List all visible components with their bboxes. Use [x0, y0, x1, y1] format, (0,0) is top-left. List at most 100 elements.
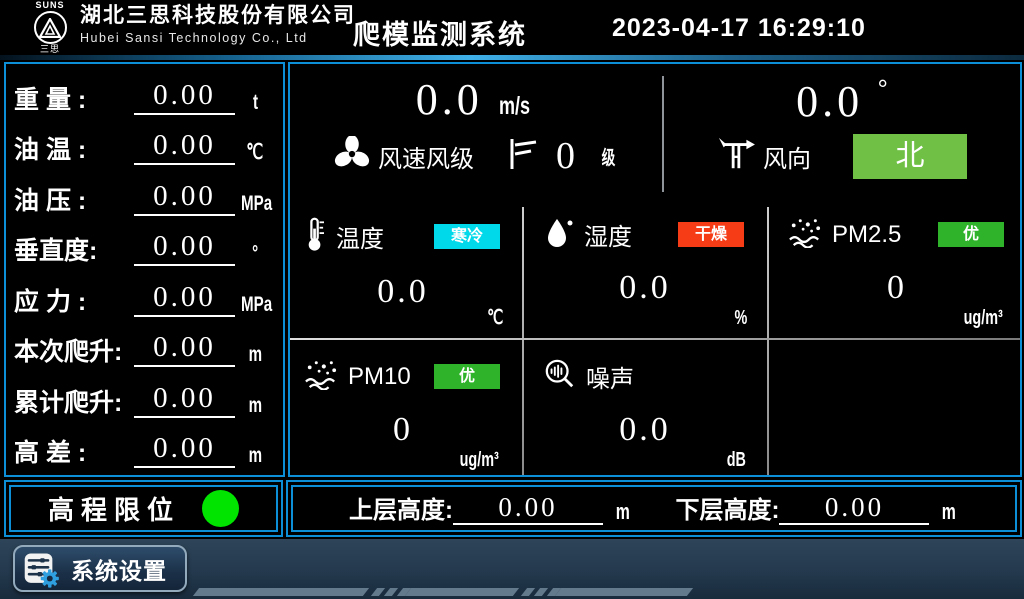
wind-speed-unit: m/s — [493, 92, 536, 120]
sensor-name: 温度 — [336, 219, 384, 254]
metric-row-weight: 重 量 : 0.00 t — [14, 69, 275, 115]
lower-height-label: 下层高度: — [675, 497, 779, 525]
header-divider — [0, 55, 1024, 60]
metric-row-current-climb: 本次爬升: 0.00 m — [14, 321, 275, 367]
sensor-value: 0.0 — [530, 269, 760, 307]
sensor-cell-pm25: PM2.5 优 0 ug/m³ — [774, 202, 1020, 332]
metric-label: 本次爬升: — [14, 337, 134, 367]
metric-unit: MPa — [235, 293, 275, 317]
system-settings-button[interactable]: 系统设置 — [13, 545, 187, 592]
upper-height-unit: m — [613, 499, 633, 525]
fan-icon — [334, 136, 370, 177]
sensor-cell-humidity: 湿度 干燥 0.0 % — [530, 202, 760, 332]
dust-particles-icon — [788, 216, 822, 253]
sansi-triangle-icon — [34, 11, 67, 44]
upper-height-label: 上层高度: — [349, 497, 453, 525]
metric-row-total-climb: 累计爬升: 0.00 m — [14, 372, 275, 418]
sensor-value: 0.0 — [290, 273, 516, 311]
logo-text-top: SUNS — [24, 1, 76, 10]
layer-heights-panel: 上层高度: 0.00 m 下层高度: 0.00 m — [286, 480, 1022, 537]
wind-speed-label: 风速风级 — [378, 139, 474, 174]
grid-divider-horizontal — [290, 338, 1020, 340]
wind-direction-label: 风向 — [763, 139, 811, 174]
wind-direction-section: 0.0 ° 风向 北 — [664, 64, 1020, 202]
lower-height-group: 下层高度: 0.00 m — [675, 493, 959, 525]
metric-row-oil-temp: 油 温 : 0.00 ℃ — [14, 119, 275, 165]
metric-label: 重 量 : — [14, 85, 134, 115]
sensor-unit: ug/m³ — [956, 307, 1010, 330]
metric-unit: t — [235, 91, 275, 115]
header: SUNS 三思 湖北三思科技股份有限公司 Hubei Sansi Technol… — [0, 0, 1024, 56]
sensor-cell-temperature: 温度 寒冷 0.0 ℃ — [290, 202, 516, 332]
grid-divider-vertical — [767, 207, 769, 475]
wind-level-value: 0 — [556, 134, 575, 178]
metric-row-verticality: 垂直度: 0.00 ° — [14, 220, 275, 266]
wind-level-unit: 级 — [599, 143, 618, 170]
metric-label: 应 力 : — [14, 287, 134, 317]
datetime-display: 2023-04-17 16:29:10 — [612, 14, 866, 43]
sensor-cell-empty — [774, 344, 1020, 474]
metric-value: 0.00 — [134, 282, 235, 317]
metric-row-oil-pressure: 油 压 : 0.00 MPa — [14, 170, 275, 216]
metric-value: 0.00 — [134, 130, 235, 165]
lower-height-value: 0.00 — [779, 493, 929, 525]
pm25-status-badge: 优 — [938, 222, 1004, 247]
metric-label: 垂直度: — [14, 236, 134, 266]
logo-text-bottom: 三思 — [24, 44, 76, 54]
sensor-name: PM2.5 — [832, 221, 901, 249]
upper-height-group: 上层高度: 0.00 m — [349, 493, 633, 525]
pm10-status-badge: 优 — [434, 364, 500, 389]
grid-divider-vertical — [522, 207, 524, 475]
humidity-status-badge: 干燥 — [678, 222, 744, 247]
metric-value: 0.00 — [134, 181, 235, 216]
sensor-name: 噪声 — [586, 359, 634, 394]
metric-unit: m — [235, 444, 275, 468]
sensor-unit: % — [732, 307, 750, 330]
metric-label: 高 差 : — [14, 438, 134, 468]
company-logo: SUNS 三思 — [24, 1, 76, 55]
wind-speed-value: 0.0 — [416, 75, 483, 124]
wind-section: 0.0 m/s 风速风级 — [290, 64, 1020, 202]
metric-row-stress: 应 力 : 0.00 MPa — [14, 271, 275, 317]
metric-value: 0.00 — [134, 80, 235, 115]
metric-unit: MPa — [235, 192, 275, 216]
wind-vane-icon — [717, 136, 755, 177]
lower-height-unit: m — [939, 499, 959, 525]
metric-label: 油 压 : — [14, 186, 134, 216]
metric-value: 0.00 — [134, 383, 235, 418]
metric-unit: m — [235, 394, 275, 418]
sensor-cell-noise: 噪声 0.0 dB — [530, 344, 760, 474]
sensor-unit: ug/m³ — [452, 449, 506, 472]
metric-value: 0.00 — [134, 433, 235, 468]
page-title: 爬模监测系统 — [353, 13, 527, 52]
sensor-value: 0.0 — [530, 411, 760, 449]
sensor-name: PM10 — [348, 363, 411, 391]
metric-unit: m — [235, 343, 275, 367]
metric-value: 0.00 — [134, 332, 235, 367]
wind-direction-unit: ° — [878, 74, 888, 104]
sensor-grid: 温度 寒冷 0.0 ℃ 湿度 干燥 0.0 — [290, 202, 1020, 475]
thermometer-icon — [304, 216, 326, 257]
upper-height-value: 0.00 — [453, 493, 603, 525]
company-name-cn: 湖北三思科技股份有限公司 — [80, 3, 356, 29]
taskbar: 系统设置 — [0, 539, 1024, 599]
metric-label: 累计爬升: — [14, 388, 134, 418]
metric-unit: ° — [235, 242, 275, 266]
sliders-gear-icon — [23, 550, 61, 588]
wind-direction-value: 0.0 — [796, 77, 863, 126]
elevation-limit-panel: 高程限位 — [4, 480, 283, 537]
metric-label: 油 温 : — [14, 135, 134, 165]
screen: SUNS 三思 湖北三思科技股份有限公司 Hubei Sansi Technol… — [0, 0, 1024, 599]
company-name: 湖北三思科技股份有限公司 Hubei Sansi Technology Co.,… — [80, 3, 356, 47]
sensor-unit: ℃ — [484, 305, 506, 330]
elevation-limit-label: 高程限位 — [48, 490, 180, 527]
sensor-unit: dB — [723, 449, 750, 472]
noise-magnifier-icon — [544, 358, 576, 395]
water-drop-icon — [544, 216, 574, 253]
metric-value: 0.00 — [134, 231, 235, 266]
temperature-status-badge: 寒冷 — [434, 224, 500, 249]
beaufort-flag-icon — [508, 137, 538, 176]
dust-particles-icon — [304, 358, 338, 395]
metric-unit: ℃ — [235, 140, 275, 165]
elevation-limit-indicator — [202, 490, 239, 527]
